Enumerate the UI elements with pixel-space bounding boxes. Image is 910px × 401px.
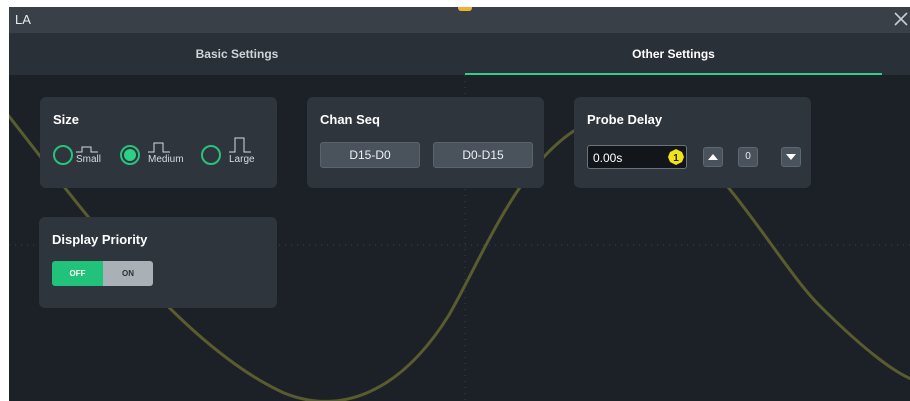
size-small-radio[interactable] <box>53 145 73 165</box>
display-priority-off-option[interactable]: OFF <box>52 261 103 286</box>
medium-wave-icon <box>148 142 170 153</box>
knob-icon: 1 <box>668 149 684 165</box>
close-icon[interactable] <box>892 10 910 28</box>
size-medium-label: Medium <box>148 154 184 165</box>
probe-delay-value: 0.00s <box>593 151 623 165</box>
chan-seq-title: Chan Seq <box>320 112 380 127</box>
size-large-label: Large <box>229 154 255 165</box>
size-title: Size <box>53 112 80 127</box>
large-wave-icon <box>229 137 251 153</box>
window-title: LA <box>15 12 31 27</box>
drag-handle-icon[interactable] <box>458 7 472 11</box>
probe-delay-title: Probe Delay <box>587 112 663 127</box>
tab-other-settings[interactable]: Other Settings <box>465 33 882 75</box>
size-medium-radio[interactable] <box>120 145 140 165</box>
tab-bar: Basic Settings Other Settings <box>9 33 910 75</box>
la-settings-window: LA Basic Settings Other Settings Size Sm… <box>9 7 910 401</box>
tab-basic-settings[interactable]: Basic Settings <box>9 33 465 75</box>
active-tab-indicator <box>465 73 882 75</box>
size-small-label: Small <box>76 154 102 165</box>
probe-delay-decrease-button[interactable] <box>781 147 801 167</box>
probe-delay-step-field[interactable]: 0 <box>738 147 758 167</box>
probe-delay-input[interactable]: 0.00s 1 <box>587 145 687 169</box>
display-priority-panel: Display Priority OFF ON <box>39 217 277 308</box>
chan-seq-d0-d15-button[interactable]: D0-D15 <box>433 142 533 168</box>
svg-text:1: 1 <box>673 153 679 164</box>
triangle-up-icon <box>708 154 718 160</box>
probe-delay-step-value: 0 <box>745 151 751 162</box>
probe-delay-increase-button[interactable] <box>703 147 723 167</box>
display-priority-toggle[interactable]: OFF ON <box>52 261 153 286</box>
display-priority-title: Display Priority <box>52 232 148 247</box>
triangle-down-icon <box>786 154 796 160</box>
probe-delay-panel: Probe Delay 0.00s 1 0 <box>574 97 811 188</box>
size-large-radio[interactable] <box>201 145 221 165</box>
chan-seq-d15-d0-button[interactable]: D15-D0 <box>320 142 420 168</box>
size-panel: Size Small Medium Large <box>40 97 277 188</box>
display-priority-on-option[interactable]: ON <box>103 261 153 286</box>
chan-seq-panel: Chan Seq D15-D0 D0-D15 <box>307 97 544 188</box>
small-wave-icon <box>76 146 98 153</box>
